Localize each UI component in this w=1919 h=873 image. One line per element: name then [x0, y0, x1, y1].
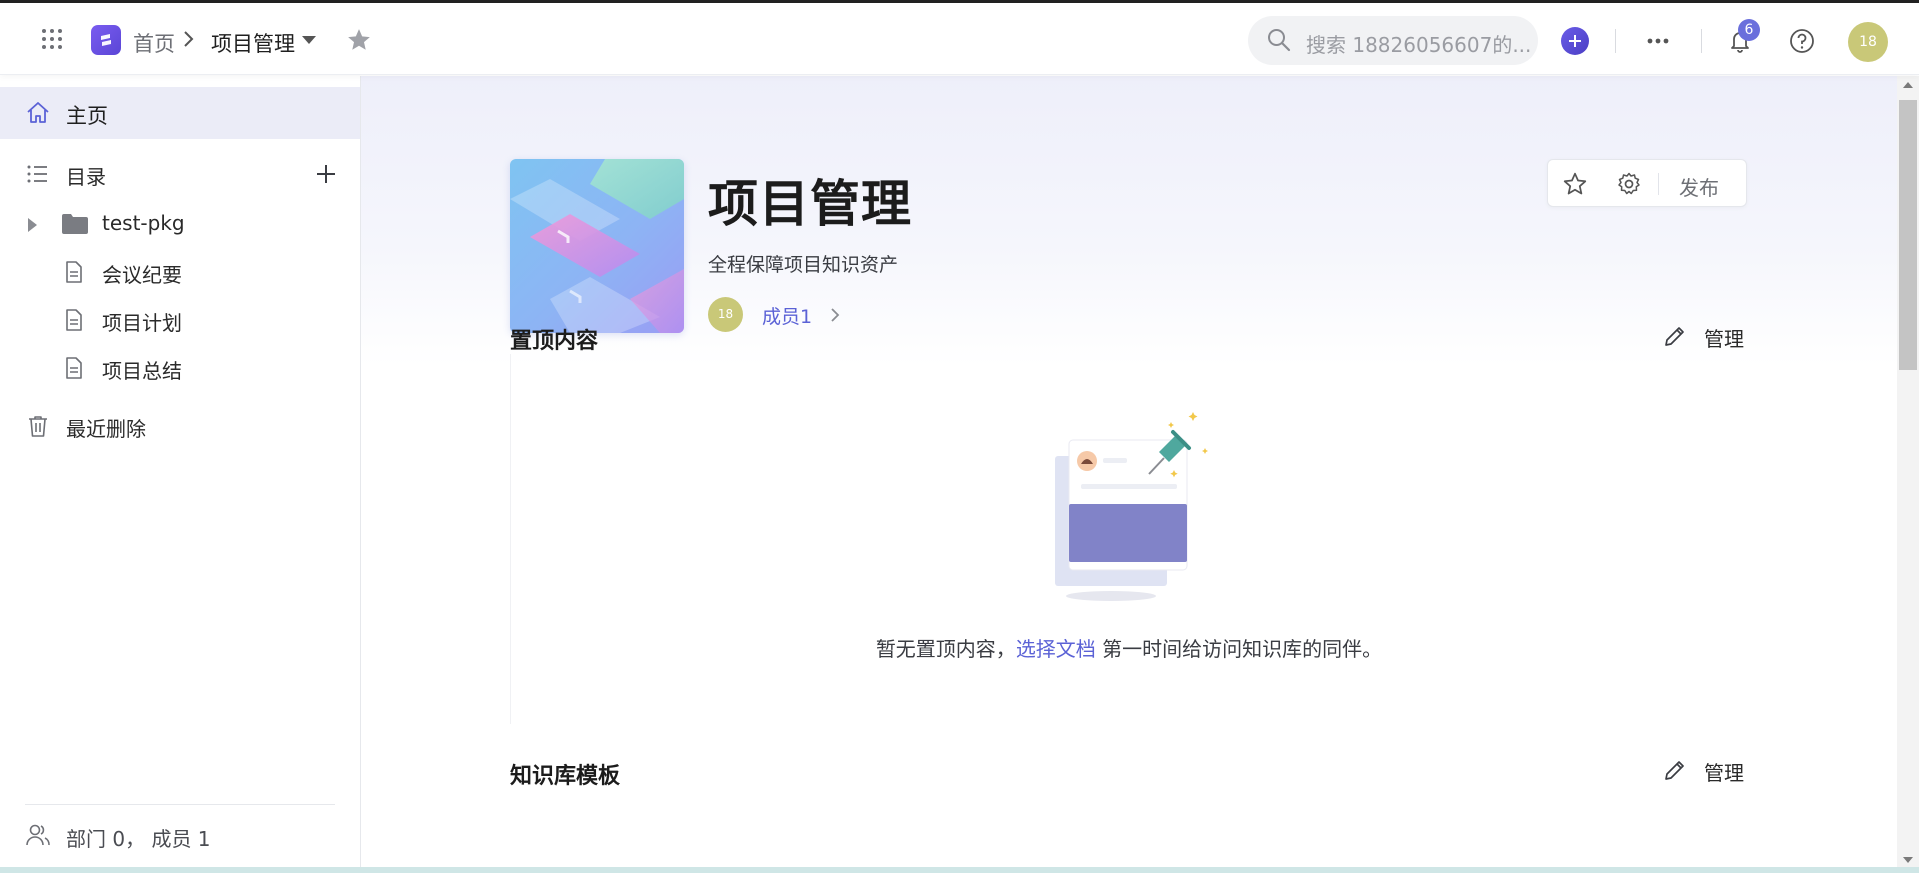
expand-arrow-icon[interactable] — [28, 218, 37, 232]
chevron-right-icon — [184, 31, 194, 47]
pinned-section-title: 置顶内容 — [510, 329, 599, 354]
notification-badge: 6 — [1738, 19, 1760, 41]
star-icon[interactable] — [346, 27, 372, 53]
document-icon — [66, 261, 82, 283]
tree-item-folder[interactable]: test-pkg — [0, 203, 360, 247]
members-icon — [26, 824, 50, 846]
trash-icon — [29, 416, 47, 437]
create-button[interactable] — [1561, 27, 1589, 55]
select-document-link[interactable]: 选择文档 — [1016, 637, 1096, 661]
members-count-label: 部门 0， 成员 1 — [66, 827, 211, 851]
home-icon — [27, 102, 49, 123]
member-avatar: 18 — [708, 297, 743, 332]
sidebar-members-footer[interactable]: 部门 0， 成员 1 — [0, 816, 360, 856]
edit-pencil-icon — [1665, 327, 1684, 346]
settings-gear-icon[interactable] — [1616, 171, 1642, 197]
members-link[interactable]: 成员1 — [762, 302, 812, 329]
publish-button[interactable]: 发布 — [1679, 172, 1719, 201]
list-icon — [27, 165, 47, 183]
vertical-scrollbar[interactable] — [1897, 76, 1919, 873]
document-icon — [66, 309, 82, 331]
templates-section-title: 知识库模板 — [510, 764, 621, 789]
user-avatar[interactable]: 18 — [1848, 22, 1888, 62]
tree-item-doc[interactable]: 会议纪要 — [0, 251, 360, 295]
bottom-edge — [0, 867, 1919, 873]
knowledge-base-description: 全程保障项目知识资产 — [708, 254, 899, 276]
sidebar-item-label: 最近删除 — [66, 417, 146, 441]
sidebar-item-home[interactable]: 主页 — [0, 87, 360, 139]
search-icon — [1268, 29, 1291, 52]
empty-pinned-illustration-icon — [1055, 412, 1208, 601]
scrollbar-thumb[interactable] — [1899, 100, 1917, 370]
header-divider — [1701, 29, 1702, 53]
sidebar-item-catalog[interactable]: 目录 — [0, 152, 360, 196]
tree-item-doc[interactable]: 项目总结 — [0, 347, 360, 391]
edit-pencil-icon — [1665, 761, 1684, 780]
add-icon[interactable] — [314, 162, 338, 186]
scroll-up-arrow-icon[interactable] — [1903, 82, 1913, 88]
empty-pinned-message: 暂无置顶内容，选择文档 第一时间给访问知识库的同伴。 — [361, 633, 1897, 662]
kb-actions: 发布 — [1547, 159, 1747, 207]
document-icon — [66, 357, 82, 379]
apps-grid-icon[interactable] — [40, 27, 64, 51]
empty-message-prefix: 暂无置顶内容， — [875, 637, 1016, 661]
tree-item-doc[interactable]: 项目计划 — [0, 299, 360, 343]
knowledge-base-cover[interactable] — [510, 159, 684, 333]
favorite-star-icon[interactable] — [1562, 171, 1588, 197]
caret-down-icon[interactable] — [302, 36, 316, 44]
breadcrumb-current[interactable]: 项目管理 — [211, 28, 295, 58]
search-input[interactable]: 搜索 18826056607的... — [1248, 16, 1538, 65]
help-icon[interactable] — [1789, 28, 1815, 54]
breadcrumb-home[interactable]: 首页 — [133, 28, 175, 58]
sidebar-divider — [25, 804, 335, 805]
search-placeholder: 搜索 18826056607的... — [1306, 33, 1532, 57]
knowledge-base-title: 项目管理 — [708, 175, 912, 233]
main-content: 项目管理 全程保障项目知识资产 18 成员1 发布 置顶内容 管理 暂无置顶内容… — [361, 76, 1897, 873]
header-divider — [1615, 29, 1616, 53]
manage-label: 管理 — [1704, 761, 1744, 785]
scroll-down-arrow-icon[interactable] — [1903, 857, 1913, 863]
tree-item-label: 项目计划 — [102, 311, 182, 335]
sidebar-item-label: 主页 — [66, 104, 108, 128]
empty-message-suffix: 第一时间给访问知识库的同伴。 — [1095, 637, 1383, 661]
more-icon[interactable] — [1644, 27, 1672, 55]
sidebar-item-label: 目录 — [66, 165, 106, 189]
sidebar-item-recent-deleted[interactable]: 最近删除 — [0, 405, 360, 449]
sidebar: 主页 目录 test-pkg 会议纪要 项目计划 项目总结 最近删除 部门 0，… — [0, 76, 361, 873]
tree-item-label: 会议纪要 — [102, 263, 182, 287]
app-logo-icon[interactable] — [91, 25, 121, 55]
tree-item-label: test-pkg — [102, 211, 185, 235]
top-header: 首页 项目管理 搜索 18826056607的... 6 18 — [0, 3, 1919, 75]
chevron-right-icon[interactable] — [828, 306, 842, 324]
action-divider — [1658, 173, 1659, 195]
plus-icon — [1569, 35, 1581, 47]
tree-item-label: 项目总结 — [102, 359, 182, 383]
manage-label: 管理 — [1704, 327, 1744, 351]
folder-icon — [62, 214, 88, 234]
